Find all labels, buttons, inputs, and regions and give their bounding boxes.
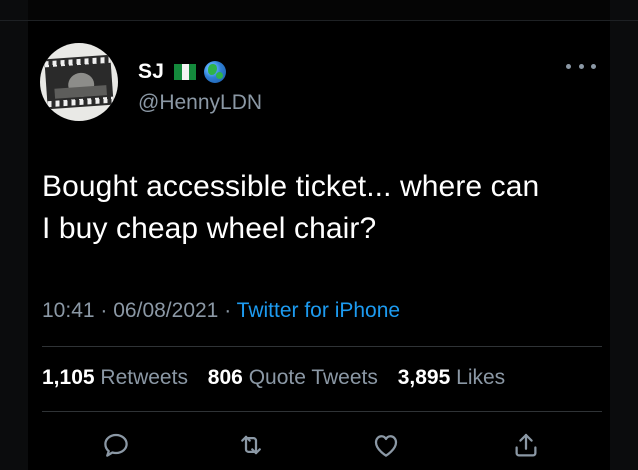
globe-icon: [204, 61, 227, 83]
screenshot-frame: SJ @HennyLDN Bought accessible ticket...…: [0, 0, 638, 470]
retweets-label: Retweets: [100, 366, 188, 389]
left-gutter: [0, 0, 28, 470]
tweet-text-line: Bought accessible ticket... where can: [42, 170, 540, 203]
likes-count: 3,895: [397, 366, 451, 389]
avatar-film-strip: [44, 54, 114, 110]
share-icon: [515, 433, 537, 457]
display-name-row[interactable]: SJ: [138, 59, 227, 85]
tweet-time[interactable]: 10:41: [42, 299, 95, 322]
meta-separator: ·: [224, 299, 232, 322]
retweet-button[interactable]: [231, 425, 271, 465]
more-options-icon[interactable]: [566, 59, 596, 73]
retweets-stat[interactable]: 1,105 Retweets: [42, 366, 194, 389]
share-button[interactable]: [506, 425, 546, 465]
like-button[interactable]: [366, 425, 406, 465]
display-name[interactable]: SJ: [138, 60, 164, 84]
tweet-date[interactable]: 06/08/2021: [113, 299, 218, 322]
likes-label: Likes: [456, 366, 506, 389]
tweet-source-link[interactable]: Twitter for iPhone: [237, 299, 400, 322]
quote-tweets-label: Quote Tweets: [248, 366, 378, 389]
user-handle[interactable]: @HennyLDN: [138, 91, 262, 115]
tweet-stats: 1,105 Retweets 806 Quote Tweets 3,895 Li…: [42, 366, 519, 390]
actions-top-divider: [42, 411, 602, 412]
tweet-text: Bought accessible ticket... where can I …: [42, 166, 602, 250]
tweet-card: SJ @HennyLDN Bought accessible ticket...…: [28, 21, 610, 470]
reply-icon: [104, 433, 128, 457]
stats-top-divider: [42, 346, 602, 347]
reply-button[interactable]: [96, 425, 136, 465]
avatar-shoulders: [54, 85, 107, 99]
retweets-count: 1,105: [42, 366, 95, 389]
meta-separator: ·: [100, 299, 108, 322]
like-icon: [374, 435, 398, 457]
nigeria-flag-icon: [174, 64, 197, 80]
tweet-actions: [28, 425, 610, 465]
right-gutter: [610, 0, 638, 470]
avatar[interactable]: [40, 43, 118, 121]
retweet-icon: [241, 435, 261, 455]
tweet-text-line: I buy cheap wheel chair?: [42, 212, 377, 245]
tweet-meta: 10:41 · 06/08/2021 · Twitter for iPhone: [42, 299, 400, 323]
quote-tweets-stat[interactable]: 806 Quote Tweets: [208, 366, 384, 389]
likes-stat[interactable]: 3,895 Likes: [398, 366, 505, 389]
quote-tweets-count: 806: [207, 366, 243, 389]
